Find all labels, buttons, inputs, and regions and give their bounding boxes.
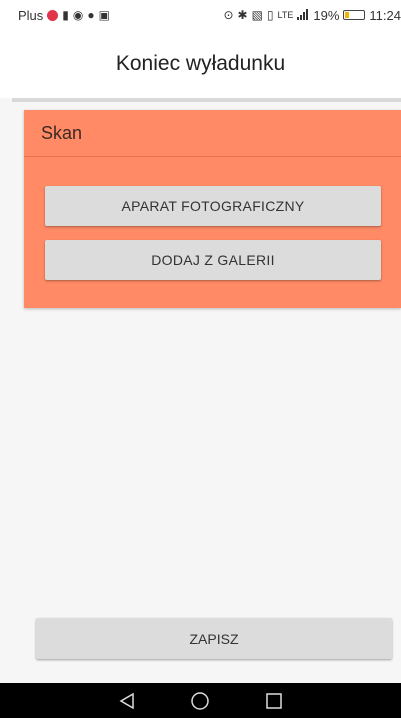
vibrate-icon: ▯ [266, 8, 274, 22]
status-bar: Plus ▮ ◉ ● ▣ ⊙ ✱ ▧ ▯ LTE 19% 11:24 [0, 0, 401, 30]
bluetooth-icon: ✱ [237, 8, 248, 22]
vivaldi-icon [47, 9, 59, 21]
clock: 11:24 [369, 7, 401, 23]
back-icon[interactable] [112, 686, 142, 716]
battery-icon [343, 10, 366, 20]
scan-card-header: Skan [24, 110, 401, 157]
home-icon[interactable] [185, 686, 215, 716]
location-icon: ⊙ [223, 8, 234, 22]
signal-icon [297, 8, 309, 22]
network-type-label: LTE [277, 10, 294, 20]
page-title: Koniec wyładunku [115, 52, 286, 75]
chrome-icon: ◉ [72, 8, 84, 22]
app-bar-divider [12, 98, 401, 102]
scan-card-title: Skan [41, 122, 83, 143]
scan-card: Skan APARAT FOTOGRAFICZNY DODAJ Z GALERI… [24, 110, 401, 308]
mail-icon: ▣ [98, 8, 110, 22]
app-bar: Koniec wyładunku [0, 30, 401, 98]
camera-button[interactable]: APARAT FOTOGRAFICZNY [45, 186, 381, 226]
status-left: Plus ▮ ◉ ● ▣ [18, 8, 110, 23]
carrier-label: Plus [18, 7, 44, 23]
battery-percent: 19% [313, 7, 340, 23]
chat-icon: ● [87, 8, 95, 22]
save-button[interactable]: ZAPISZ [36, 618, 392, 659]
sim-icon: ▮ [62, 8, 69, 22]
recents-icon[interactable] [259, 686, 289, 716]
add-from-gallery-button[interactable]: DODAJ Z GALERII [45, 240, 381, 280]
nfc-icon: ▧ [251, 8, 263, 22]
navigation-bar [0, 683, 401, 718]
status-right: ⊙ ✱ ▧ ▯ LTE 19% 11:24 [223, 8, 401, 23]
